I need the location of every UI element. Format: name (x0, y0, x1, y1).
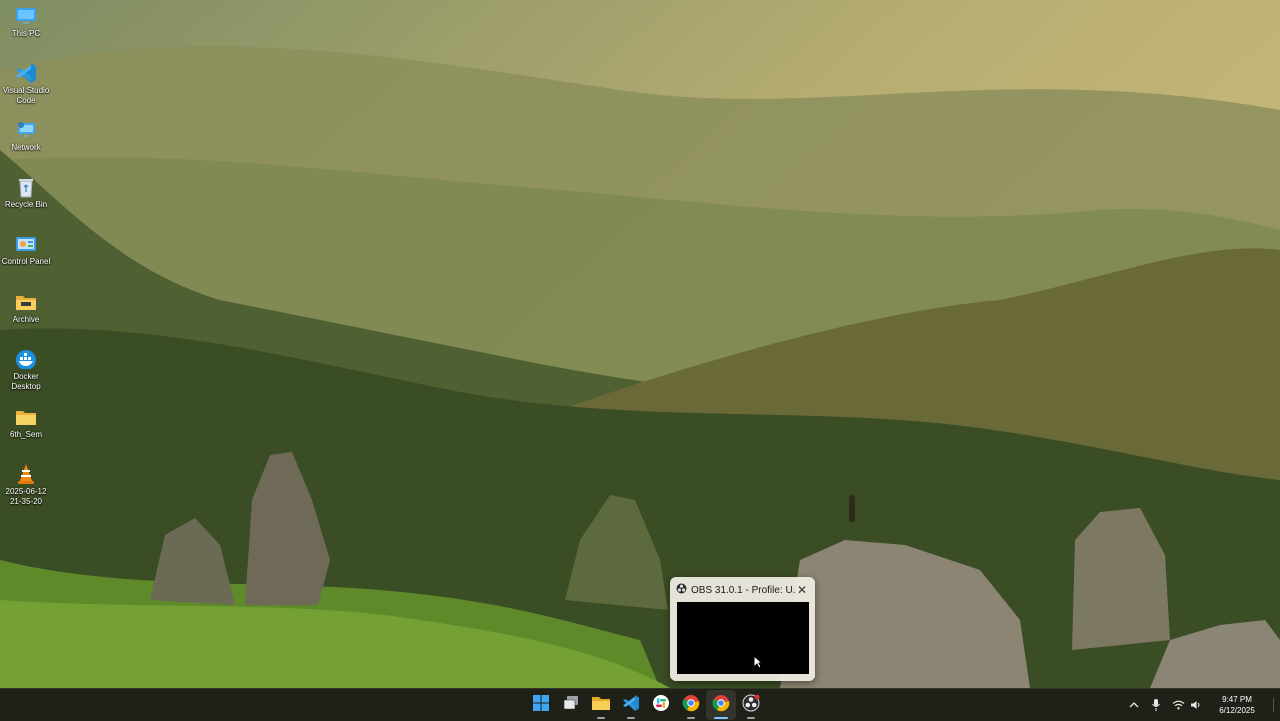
vlc-icon (15, 463, 37, 485)
desktop-icon-label: 6th_Sem (9, 430, 43, 439)
docker-icon (15, 348, 37, 370)
active-indicator (714, 717, 728, 719)
taskbar-obs[interactable] (736, 690, 766, 720)
desktop-icon-archive[interactable]: Archive (0, 291, 52, 325)
desktop-icon-control-panel[interactable]: Control Panel (0, 233, 52, 267)
clock-date: 6/12/2025 (1219, 706, 1255, 715)
running-indicator (747, 717, 755, 719)
taskbar-apps (526, 689, 766, 721)
obs-window-preview[interactable]: OBS 31.0.1 - Profile: U... ✕ (670, 577, 815, 681)
taskbar-chrome-active[interactable] (706, 690, 736, 720)
desktop-icon-label: This PC (11, 29, 41, 38)
chevron-up-icon[interactable] (1125, 696, 1143, 714)
clock[interactable]: 9:47 PM 6/12/2025 (1207, 694, 1267, 716)
vscode-icon (15, 62, 37, 84)
desktop-icon-label: Visual Studio Code (2, 86, 50, 105)
folder-icon (15, 291, 37, 313)
desktop-icon-network[interactable]: Network (0, 119, 52, 153)
desktop-icon-label: Control Panel (1, 257, 51, 266)
close-icon[interactable]: ✕ (797, 582, 807, 598)
desktop: This PC Visual Studio Code Network Recyc… (0, 0, 1280, 688)
system-tray: 9:47 PM 6/12/2025 (1125, 689, 1280, 721)
mouse-cursor-icon (753, 655, 763, 669)
recycle-bin-icon (15, 176, 37, 198)
running-indicator (627, 717, 635, 719)
chrome-icon (712, 694, 730, 717)
desktop-icon-label: Recycle Bin (4, 200, 48, 209)
desktop-icon-label: 2025-06-12 21-35-20 (5, 487, 47, 506)
task-view-icon (563, 695, 579, 715)
desktop-icon-this-pc[interactable]: This PC (0, 5, 52, 39)
desktop-icon-label: Archive (12, 315, 40, 324)
desktop-icon-label: Network (11, 143, 41, 152)
desktop-icon-docker[interactable]: Docker Desktop (0, 348, 52, 392)
taskbar-file-explorer[interactable] (586, 690, 616, 720)
slack-icon (652, 694, 670, 717)
taskbar: 9:47 PM 6/12/2025 (0, 688, 1280, 721)
microphone-icon[interactable] (1147, 696, 1165, 714)
volume-icon[interactable] (1187, 696, 1205, 714)
obs-preview-header: OBS 31.0.1 - Profile: U... ✕ (676, 582, 809, 598)
folder-icon (15, 406, 37, 428)
control-panel-icon (15, 233, 37, 255)
vscode-icon (622, 694, 640, 717)
start-button[interactable] (526, 690, 556, 720)
wifi-icon[interactable] (1169, 696, 1187, 714)
monitor-icon (15, 5, 37, 27)
obs-preview-title: OBS 31.0.1 - Profile: U... (691, 584, 795, 596)
clock-time: 9:47 PM (1222, 695, 1252, 704)
taskbar-vscode[interactable] (616, 690, 646, 720)
obs-icon (676, 581, 687, 599)
windows-start-icon (533, 694, 549, 716)
desktop-icon-label: Docker Desktop (11, 372, 41, 391)
obs-preview-thumbnail[interactable] (677, 602, 809, 674)
obs-icon (742, 694, 760, 717)
desktop-icon-vscode[interactable]: Visual Studio Code (0, 62, 52, 106)
taskbar-chrome[interactable] (676, 690, 706, 720)
desktop-icon-6th-sem[interactable]: 6th_Sem (0, 406, 52, 440)
task-view-button[interactable] (556, 690, 586, 720)
desktop-icon-video-file[interactable]: 2025-06-12 21-35-20 (0, 463, 52, 507)
desktop-icon-recycle-bin[interactable]: Recycle Bin (0, 176, 52, 210)
taskbar-slack[interactable] (646, 690, 676, 720)
running-indicator (687, 717, 695, 719)
wallpaper (0, 0, 1280, 688)
file-explorer-icon (592, 695, 610, 715)
show-desktop-button[interactable] (1273, 698, 1278, 712)
network-icon (15, 119, 37, 141)
running-indicator (597, 717, 605, 719)
chrome-icon (682, 694, 700, 717)
